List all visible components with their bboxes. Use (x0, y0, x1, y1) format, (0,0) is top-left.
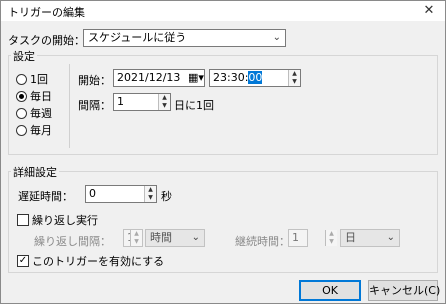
radio-daily[interactable]: 毎日 (16, 88, 52, 104)
spin-up-icon[interactable]: ▲ (326, 230, 337, 238)
spin-up-icon[interactable]: ▲ (159, 94, 170, 102)
time-spinner[interactable]: ▲ ▼ (288, 70, 300, 86)
duration-spinner[interactable]: ▲ ▼ (325, 230, 337, 246)
radio-weekly-label: 毎週 (30, 107, 52, 120)
details-group-title: 詳細設定 (11, 164, 59, 180)
task-start-select[interactable]: スケジュールに従う ⌄ (83, 29, 286, 47)
duration-unit-select[interactable]: 日 ⌄ (340, 229, 400, 247)
chevron-down-icon: ⌄ (386, 232, 395, 243)
radio-daily-indicator (16, 90, 27, 102)
duration-value: 1 (292, 231, 299, 244)
delay-value: 0 (89, 187, 96, 200)
spin-down-icon[interactable]: ▼ (159, 102, 170, 110)
spin-up-icon[interactable]: ▲ (145, 186, 156, 194)
enable-trigger-checkbox[interactable]: ✓ このトリガーを有効にする (17, 253, 164, 269)
spin-up-icon[interactable]: ▲ (131, 230, 142, 238)
start-time-prefix: 23:30: (213, 71, 249, 84)
repeat-interval-unit-value: 時間 (150, 231, 172, 244)
radio-weekly-indicator (16, 107, 27, 119)
radio-once-indicator (16, 73, 27, 85)
spin-up-icon[interactable]: ▲ (289, 70, 300, 78)
duration-field[interactable]: 1 (288, 229, 308, 247)
repeat-interval-label: 繰り返し間隔： (34, 235, 111, 248)
duration-unit-value: 日 (345, 231, 356, 244)
spin-down-icon[interactable]: ▼ (145, 194, 156, 202)
repeat-interval-spinner[interactable]: ▲ ▼ (130, 230, 142, 246)
start-date-value: 2021/12/13 (117, 71, 181, 84)
enable-trigger-label: このトリガーを有効にする (32, 255, 165, 268)
radio-monthly-label: 毎月 (30, 124, 52, 137)
repeat-checkbox-label: 繰り返し実行 (32, 214, 98, 227)
ok-button[interactable]: OK (299, 280, 361, 301)
radio-once[interactable]: 1回 (16, 71, 48, 87)
spin-down-icon[interactable]: ▼ (326, 238, 337, 246)
interval-unit: 日に1回 (174, 99, 214, 112)
interval-spinner[interactable]: ▲ ▼ (158, 94, 170, 110)
settings-divider (69, 64, 70, 148)
repeat-interval-unit-select[interactable]: 時間 ⌄ (145, 229, 205, 247)
cancel-button[interactable]: キャンセル(C) (368, 280, 440, 301)
radio-weekly[interactable]: 毎週 (16, 105, 52, 121)
check-icon: ✓ (17, 255, 29, 267)
task-start-label: タスクの開始： (8, 34, 85, 47)
trigger-edit-dialog: トリガーの編集 ✕ タスクの開始： スケジュールに従う ⌄ 設定 1回 毎日 毎… (0, 0, 446, 304)
chevron-down-icon: ⌄ (272, 32, 281, 43)
close-icon[interactable]: ✕ (413, 1, 445, 21)
repeat-checkbox-box (17, 214, 29, 226)
window-title: トリガーの編集 (8, 6, 85, 19)
interval-value: 1 (117, 95, 124, 108)
title-bar: トリガーの編集 ✕ (1, 1, 445, 21)
start-label: 開始： (78, 74, 111, 87)
delay-label: 遅延時間： (18, 190, 73, 203)
radio-once-label: 1回 (30, 73, 48, 86)
settings-group-title: 設定 (11, 48, 37, 64)
calendar-icon[interactable]: ▦▾ (187, 70, 205, 86)
interval-label: 間隔： (78, 99, 111, 112)
delay-spinner[interactable]: ▲ ▼ (144, 186, 156, 202)
radio-daily-label: 毎日 (30, 90, 52, 103)
delay-unit: 秒 (161, 190, 172, 203)
task-start-value: スケジュールに従う (88, 31, 187, 44)
duration-label: 継続時間： (235, 235, 290, 248)
repeat-checkbox[interactable]: 繰り返し実行 (17, 212, 98, 228)
spin-down-icon[interactable]: ▼ (289, 78, 300, 86)
radio-monthly[interactable]: 毎月 (16, 122, 52, 138)
start-time-seconds: 00 (248, 71, 263, 84)
chevron-down-icon: ⌄ (191, 232, 200, 243)
spin-down-icon[interactable]: ▼ (131, 238, 142, 246)
radio-monthly-indicator (16, 124, 27, 136)
